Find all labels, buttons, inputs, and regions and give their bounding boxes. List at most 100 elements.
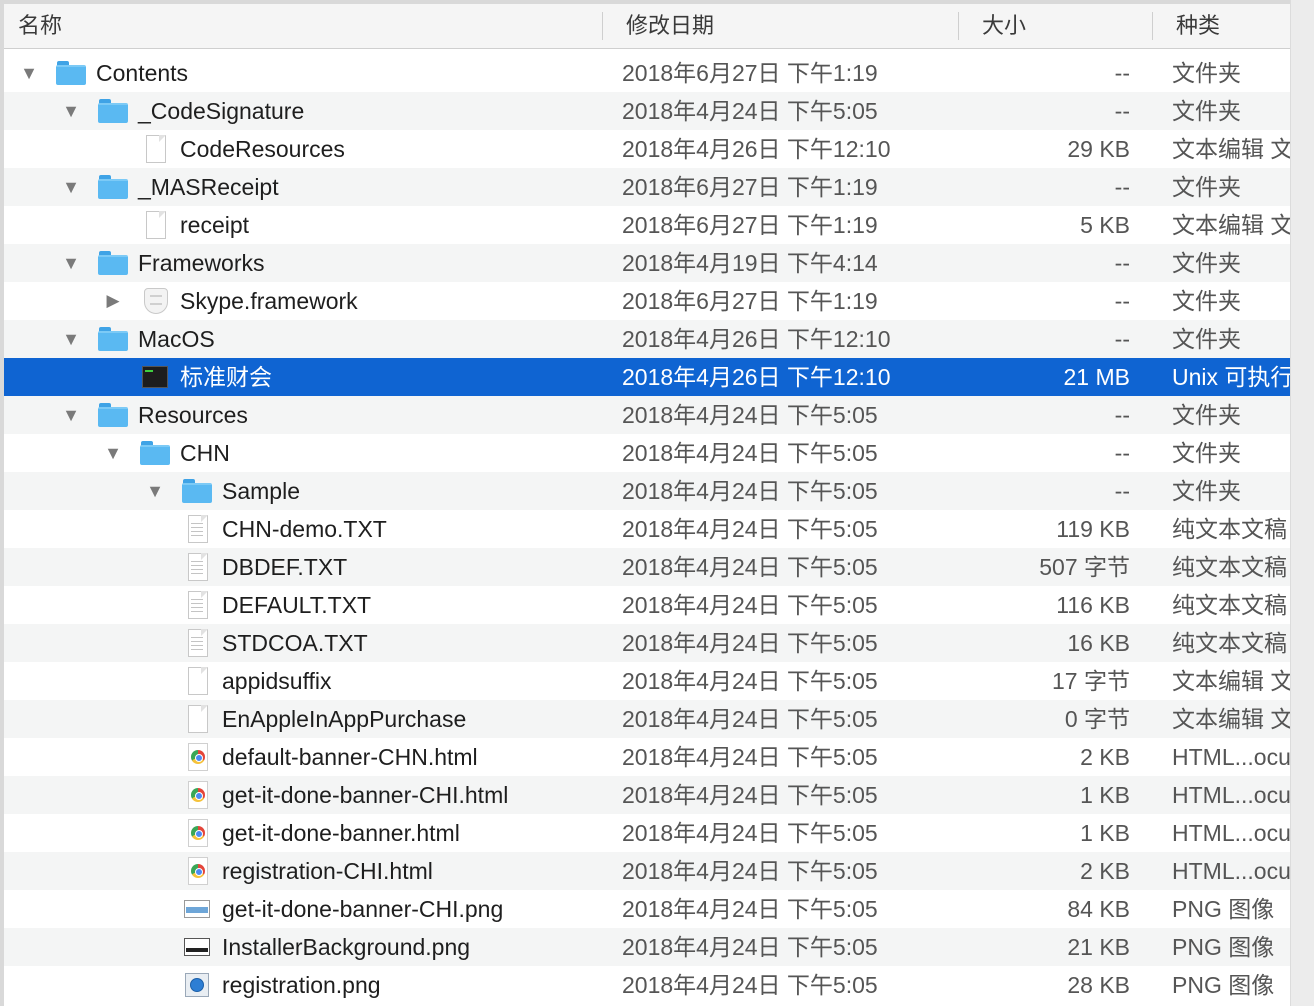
disclosure-triangle-down-icon[interactable]: ▼ bbox=[18, 54, 40, 92]
file-row[interactable]: registration-CHI.html 2018年4月24日 下午5:05 2 … bbox=[4, 852, 1290, 890]
file-name: STDCOA.TXT bbox=[222, 630, 368, 656]
file-name: appidsuffix bbox=[222, 668, 332, 694]
file-name: DBDEF.TXT bbox=[222, 554, 348, 580]
file-name: receipt bbox=[180, 212, 250, 238]
document-icon bbox=[182, 705, 212, 733]
column-separator[interactable] bbox=[602, 12, 603, 40]
column-separator[interactable] bbox=[958, 12, 959, 40]
text-document-icon bbox=[182, 515, 212, 543]
file-row[interactable]: 标准财会 2018年4月26日 下午12:10 21 MB Unix 可执行 bbox=[4, 358, 1290, 396]
file-row[interactable]: appidsuffix 2018年4月24日 下午5:05 17 字节 文本编辑 文 bbox=[4, 662, 1290, 700]
column-separator[interactable] bbox=[1152, 12, 1153, 40]
file-name: default-banner-CHN.html bbox=[222, 744, 478, 770]
file-name: Skype.framework bbox=[180, 288, 358, 314]
file-row[interactable]: EnAppleInAppPurchase 2018年4月24日 下午5:05 0 字… bbox=[4, 700, 1290, 738]
file-row[interactable]: ▼ Sample 2018年4月24日 下午5:05 -- 文件夹 bbox=[4, 472, 1290, 510]
file-kind: 文件夹 bbox=[1172, 326, 1241, 352]
file-name: _MASReceipt bbox=[138, 174, 279, 200]
chrome-html-icon bbox=[182, 819, 212, 847]
file-row[interactable]: registration.png 2018年4月24日 下午5:05 28 KB PN… bbox=[4, 966, 1290, 1004]
file-kind: 纯文本文稿 bbox=[1172, 516, 1287, 542]
folder-icon bbox=[98, 401, 128, 429]
file-row[interactable]: STDCOA.TXT 2018年4月24日 下午5:05 16 KB 纯文本文稿 bbox=[4, 624, 1290, 662]
file-kind: 文本编辑 文 bbox=[1172, 668, 1290, 694]
document-icon bbox=[140, 211, 170, 239]
file-size: 116 KB bbox=[1056, 592, 1130, 618]
file-row[interactable]: ▼ MacOS 2018年4月26日 下午12:10 -- 文件夹 bbox=[4, 320, 1290, 358]
column-header-name[interactable]: 名称 bbox=[18, 4, 62, 48]
column-header-date[interactable]: 修改日期 bbox=[626, 4, 714, 48]
disclosure-triangle-down-icon[interactable]: ▼ bbox=[60, 320, 82, 358]
folder-icon bbox=[98, 173, 128, 201]
folder-icon bbox=[182, 477, 212, 505]
file-name: Frameworks bbox=[138, 250, 265, 276]
file-kind: PNG 图像 bbox=[1172, 972, 1275, 998]
file-size: 21 MB bbox=[1063, 364, 1130, 390]
column-header-kind[interactable]: 种类 bbox=[1176, 4, 1220, 48]
file-name: EnAppleInAppPurchase bbox=[222, 706, 467, 732]
disclosure-triangle-down-icon[interactable]: ▼ bbox=[144, 472, 166, 510]
bundle-icon bbox=[140, 287, 170, 315]
text-document-icon bbox=[182, 591, 212, 619]
file-name: registration.png bbox=[222, 972, 381, 998]
file-row[interactable]: get-it-done-banner-CHI.png 2018年4月24日 下午5… bbox=[4, 890, 1290, 928]
file-size: 0 字节 bbox=[1064, 706, 1130, 732]
file-size: 507 字节 bbox=[1039, 554, 1130, 580]
file-row[interactable]: receipt 2018年6月27日 下午1:19 5 KB 文本编辑 文 bbox=[4, 206, 1290, 244]
file-row[interactable]: ▶ Skype.framework 2018年6月27日 下午1:19 -- 文件夹 bbox=[4, 282, 1290, 320]
file-row[interactable]: ▼ Contents 2018年6月27日 下午1:19 -- 文件夹 bbox=[4, 54, 1290, 92]
finder-list-view: 名称 修改日期 大小 种类 ▼ Contents 2018年6月27日 下午1:19… bbox=[4, 4, 1290, 1006]
file-row[interactable]: get-it-done-banner.html 2018年4月24日 下午5:05… bbox=[4, 814, 1290, 852]
file-row[interactable]: ▼ _CodeSignature 2018年4月24日 下午5:05 -- 文件夹 bbox=[4, 92, 1290, 130]
modified-date: 2018年4月24日 下午5:05 bbox=[622, 972, 878, 998]
modified-date: 2018年4月24日 下午5:05 bbox=[622, 516, 878, 542]
modified-date: 2018年6月27日 下午1:19 bbox=[622, 60, 878, 86]
folder-icon bbox=[98, 325, 128, 353]
file-kind: 纯文本文稿 bbox=[1172, 630, 1287, 656]
file-kind: HTML...ocu bbox=[1172, 858, 1290, 884]
modified-date: 2018年4月24日 下午5:05 bbox=[622, 630, 878, 656]
terminal-icon bbox=[140, 363, 170, 391]
file-size: 5 KB bbox=[1080, 212, 1130, 238]
file-row[interactable]: InstallerBackground.png 2018年4月24日 下午5:05… bbox=[4, 928, 1290, 966]
file-row[interactable]: ▼ Frameworks 2018年4月19日 下午4:14 -- 文件夹 bbox=[4, 244, 1290, 282]
file-row[interactable]: ▼ CHN 2018年4月24日 下午5:05 -- 文件夹 bbox=[4, 434, 1290, 472]
file-name: Contents bbox=[96, 60, 189, 86]
file-row[interactable]: get-it-done-banner-CHI.html 2018年4月24日 下午… bbox=[4, 776, 1290, 814]
file-size: 28 KB bbox=[1067, 972, 1130, 998]
file-size: 1 KB bbox=[1080, 782, 1130, 808]
file-row[interactable]: ▼ Resources 2018年4月24日 下午5:05 -- 文件夹 bbox=[4, 396, 1290, 434]
file-name: registration-CHI.html bbox=[222, 858, 433, 884]
modified-date: 2018年4月24日 下午5:05 bbox=[622, 896, 878, 922]
vertical-scrollbar[interactable] bbox=[1290, 0, 1314, 1006]
modified-date: 2018年6月27日 下午1:19 bbox=[622, 212, 878, 238]
file-kind: 文件夹 bbox=[1172, 288, 1241, 314]
disclosure-triangle-down-icon[interactable]: ▼ bbox=[60, 396, 82, 434]
file-row[interactable]: DBDEF.TXT 2018年4月24日 下午5:05 507 字节 纯文本文稿 bbox=[4, 548, 1290, 586]
file-name: DEFAULT.TXT bbox=[222, 592, 372, 618]
file-row[interactable]: DEFAULT.TXT 2018年4月24日 下午5:05 116 KB 纯文本文稿 bbox=[4, 586, 1290, 624]
disclosure-triangle-down-icon[interactable]: ▼ bbox=[102, 434, 124, 472]
file-row[interactable]: CHN-demo.TXT 2018年4月24日 下午5:05 119 KB 纯文本文稿 bbox=[4, 510, 1290, 548]
modified-date: 2018年4月24日 下午5:05 bbox=[622, 820, 878, 846]
disclosure-triangle-right-icon[interactable]: ▶ bbox=[102, 282, 124, 320]
file-name: InstallerBackground.png bbox=[222, 934, 471, 960]
file-row[interactable]: CodeResources 2018年4月26日 下午12:10 29 KB 文本编辑… bbox=[4, 130, 1290, 168]
modified-date: 2018年4月26日 下午12:10 bbox=[622, 326, 891, 352]
file-row[interactable]: ▼ _MASReceipt 2018年6月27日 下午1:19 -- 文件夹 bbox=[4, 168, 1290, 206]
file-row[interactable]: default-banner-CHN.html 2018年4月24日 下午5:05… bbox=[4, 738, 1290, 776]
file-kind: 纯文本文稿 bbox=[1172, 554, 1287, 580]
modified-date: 2018年4月24日 下午5:05 bbox=[622, 706, 878, 732]
modified-date: 2018年4月26日 下午12:10 bbox=[622, 136, 891, 162]
disclosure-triangle-down-icon[interactable]: ▼ bbox=[60, 244, 82, 282]
file-kind: HTML...ocu bbox=[1172, 782, 1290, 808]
disclosure-triangle-down-icon[interactable]: ▼ bbox=[60, 168, 82, 206]
chrome-html-icon bbox=[182, 857, 212, 885]
modified-date: 2018年4月24日 下午5:05 bbox=[622, 782, 878, 808]
document-icon bbox=[140, 135, 170, 163]
file-kind: HTML...ocu bbox=[1172, 820, 1290, 846]
column-header-size[interactable]: 大小 bbox=[982, 4, 1026, 48]
file-kind: 文件夹 bbox=[1172, 478, 1241, 504]
chrome-html-icon bbox=[182, 781, 212, 809]
disclosure-triangle-down-icon[interactable]: ▼ bbox=[60, 92, 82, 130]
